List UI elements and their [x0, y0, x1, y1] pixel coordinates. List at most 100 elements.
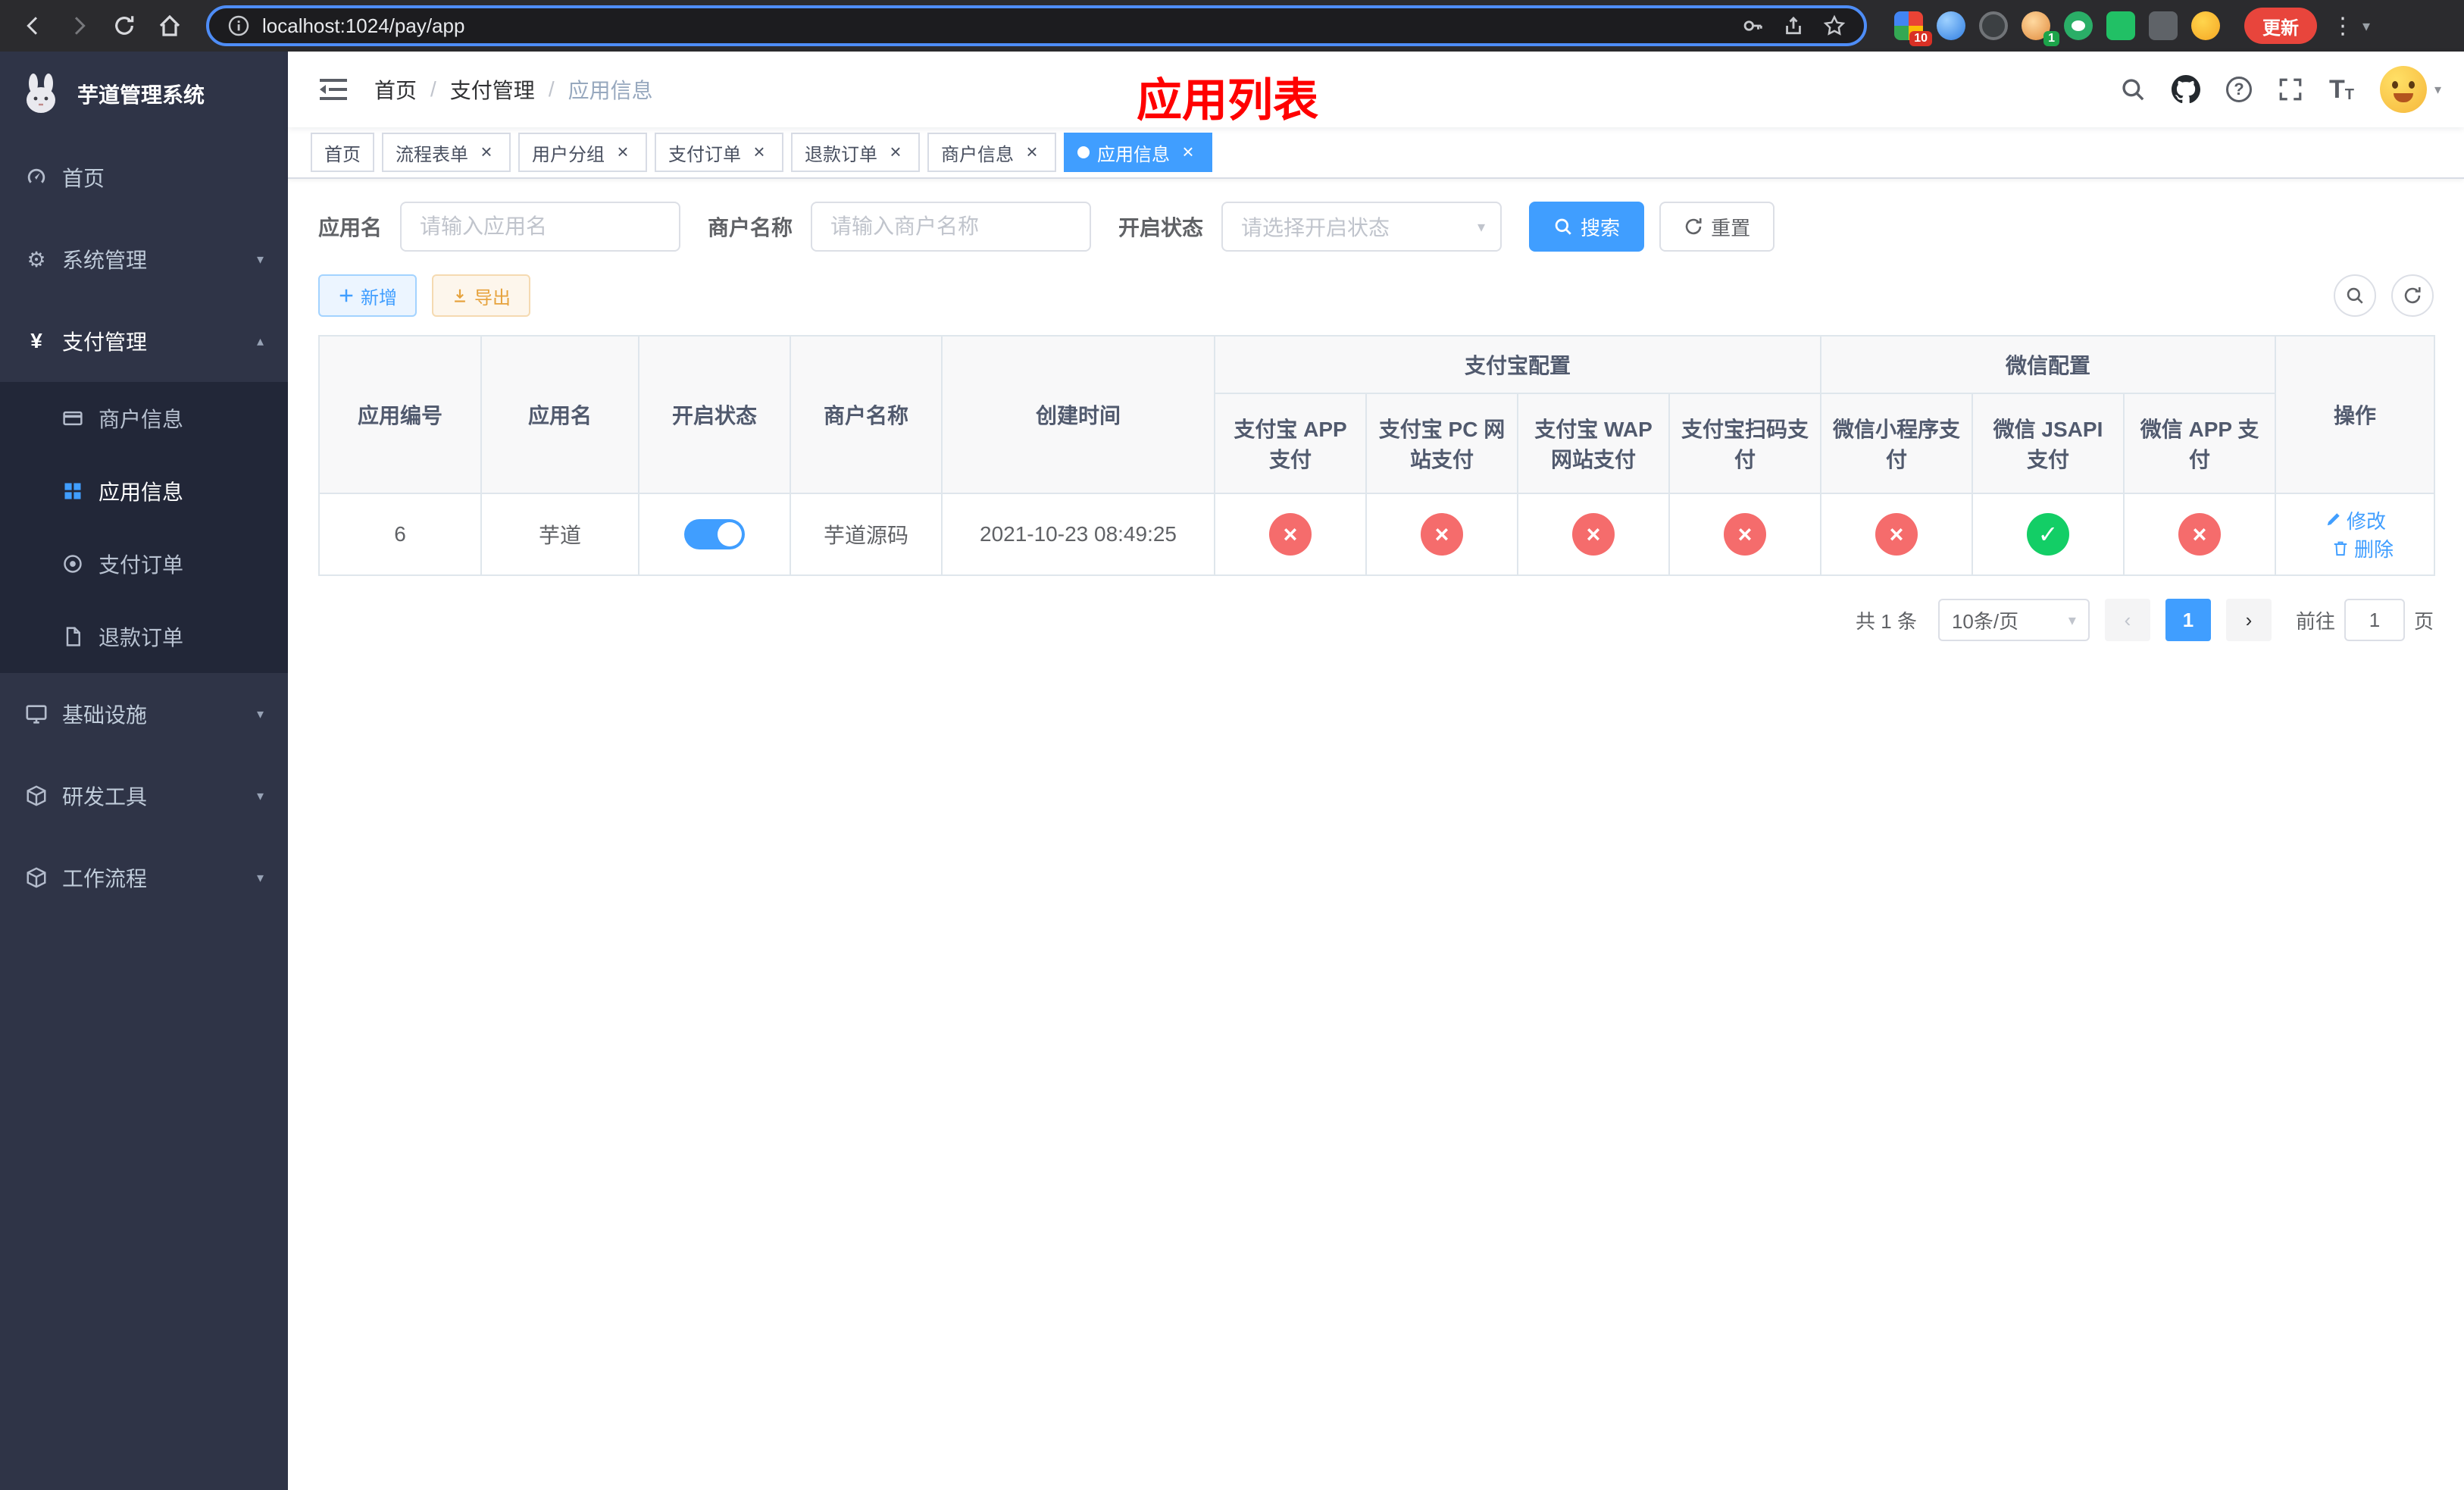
toggle-search-button[interactable] — [2334, 274, 2376, 317]
chevron-down-icon[interactable]: ▾ — [2362, 17, 2370, 36]
sidebar-item-app-info[interactable]: 应用信息 — [0, 455, 288, 527]
merchant-name-input[interactable] — [811, 202, 1092, 252]
close-icon[interactable]: × — [749, 142, 770, 163]
app-name-input[interactable] — [400, 202, 681, 252]
close-icon[interactable]: × — [612, 142, 633, 163]
font-size-button[interactable]: TT — [2329, 77, 2354, 102]
breadcrumb-separator: / — [430, 77, 436, 101]
delete-button[interactable]: 删除 — [2331, 534, 2394, 562]
edit-button[interactable]: 修改 — [2324, 506, 2386, 534]
close-icon[interactable]: × — [1021, 142, 1043, 163]
next-page-button[interactable]: › — [2225, 599, 2272, 641]
page-number-button[interactable]: 1 — [2165, 599, 2211, 641]
header-search-button[interactable] — [2120, 77, 2146, 102]
status-label: 开启状态 — [1118, 216, 1204, 239]
password-key-icon[interactable] — [1741, 14, 1764, 37]
sidebar-item-refund-orders[interactable]: 退款订单 — [0, 600, 288, 673]
plus-icon — [339, 289, 353, 302]
home-button[interactable] — [149, 5, 191, 47]
status-toggle[interactable] — [684, 519, 745, 549]
sidebar-toggle-button[interactable] — [311, 67, 356, 112]
extension-grid-icon[interactable]: 10 — [1894, 11, 1932, 46]
share-icon[interactable] — [1782, 14, 1805, 37]
sidebar-item-home[interactable]: 首页 — [0, 136, 288, 218]
navbar-actions: ? TT ▾ — [2120, 66, 2441, 113]
tab-refund-orders[interactable]: 退款订单 × — [791, 133, 920, 172]
sidebar-item-dev-tools[interactable]: 研发工具 ▾ — [0, 755, 288, 837]
close-icon[interactable]: × — [476, 142, 497, 163]
tab-app-info[interactable]: 应用信息 × — [1064, 133, 1212, 172]
total-count: 共 1 条 — [1856, 609, 1917, 633]
add-button[interactable]: 新增 — [318, 274, 417, 317]
bookmark-star-icon[interactable] — [1823, 14, 1846, 37]
back-button[interactable] — [12, 5, 55, 47]
tab-pay-orders[interactable]: 支付订单 × — [655, 133, 783, 172]
tab-user-group[interactable]: 用户分组 × — [518, 133, 647, 172]
fullscreen-button[interactable] — [2278, 77, 2303, 102]
address-bar[interactable]: localhost:1024/pay/app — [206, 5, 1867, 46]
extension-dark-icon[interactable] — [1979, 11, 2008, 40]
font-size-icon-small: T — [2344, 86, 2354, 103]
back-arrow-icon — [27, 17, 38, 35]
column-header-alipay-wap: 支付宝 WAP 网站支付 — [1517, 393, 1670, 494]
chevron-down-icon: ▾ — [256, 787, 264, 803]
merchant-name-label: 商户名称 — [708, 216, 793, 239]
refresh-table-button[interactable] — [2391, 274, 2434, 317]
breadcrumb-item[interactable]: 首页 — [374, 74, 417, 105]
extension-badge: 1 — [2043, 31, 2059, 46]
search-button[interactable]: 搜索 — [1529, 202, 1645, 252]
export-button[interactable]: 导出 — [432, 274, 530, 317]
sidebar-logo[interactable]: 芋道管理系统 — [0, 52, 288, 136]
column-header-wx-jsapi: 微信 JSAPI 支付 — [1972, 393, 2125, 494]
sidebar-item-merchant-info[interactable]: 商户信息 — [0, 382, 288, 455]
avatar — [2379, 66, 2427, 113]
reload-button[interactable] — [103, 5, 145, 47]
close-icon[interactable]: × — [885, 142, 906, 163]
download-icon — [455, 289, 465, 302]
tab-home[interactable]: 首页 — [311, 133, 374, 172]
forward-button[interactable] — [58, 5, 100, 47]
page-content: 应用名 商户名称 开启状态 请选择开启状态 ▾ 搜索 — [288, 179, 2464, 1490]
column-group-alipay: 支付宝配置 — [1213, 335, 1822, 394]
extension-blue-icon[interactable] — [1937, 11, 1965, 40]
sidebar-item-payment[interactable]: ¥ 支付管理 ▴ — [0, 300, 288, 382]
pagination: 共 1 条 10条/页 ▾ ‹ 1 › 前往 页 — [318, 599, 2434, 641]
status-select[interactable]: 请选择开启状态 ▾ — [1221, 202, 1502, 252]
sidebar-item-system[interactable]: ⚙ 系统管理 ▾ — [0, 218, 288, 300]
help-button[interactable]: ? — [2225, 77, 2252, 102]
goto-page-input[interactable] — [2344, 599, 2405, 641]
profile-avatar-icon[interactable] — [2191, 11, 2220, 40]
column-header-alipay-qr: 支付宝扫码支付 — [1668, 393, 1822, 494]
sidebar-item-pay-orders[interactable]: 支付订单 — [0, 527, 288, 600]
sidebar-item-workflow[interactable]: 工作流程 ▾ — [0, 837, 288, 919]
table-toolbar: 新增 导出 — [318, 274, 2434, 317]
tab-process-form[interactable]: 流程表单 × — [382, 133, 511, 172]
app-title: 芋道管理系统 — [77, 83, 205, 107]
column-header-app-name: 应用名 — [480, 335, 639, 494]
sidebar-item-infrastructure[interactable]: 基础设施 ▾ — [0, 673, 288, 755]
tab-label: 用户分组 — [532, 144, 605, 165]
extension-wechat-icon[interactable] — [2064, 11, 2093, 40]
tab-merchant-info[interactable]: 商户信息 × — [927, 133, 1056, 172]
page-size-select[interactable]: 10条/页 ▾ — [1937, 599, 2090, 641]
close-icon[interactable]: × — [1177, 142, 1199, 163]
url-text: localhost:1024/pay/app — [262, 14, 465, 37]
app-name-label: 应用名 — [318, 216, 383, 239]
reset-button[interactable]: 重置 — [1659, 202, 1775, 252]
github-link-button[interactable] — [2171, 75, 2200, 104]
extensions-puzzle-icon[interactable] — [2149, 11, 2178, 40]
user-menu[interactable]: ▾ — [2379, 66, 2441, 113]
site-info-icon[interactable] — [227, 14, 250, 37]
extensions-cluster: 10 1 — [1894, 11, 2220, 46]
breadcrumb-item[interactable]: 支付管理 — [450, 74, 535, 105]
browser-update-button[interactable]: 更新 — [2244, 8, 2317, 44]
extension-note-icon[interactable] — [2106, 11, 2135, 40]
column-header-app-id: 应用编号 — [318, 335, 482, 494]
extension-avatar-icon[interactable]: 1 — [2022, 11, 2059, 46]
prev-page-button[interactable]: ‹ — [2104, 599, 2150, 641]
document-icon — [61, 626, 85, 647]
chevron-down-icon: ▾ — [256, 706, 264, 722]
sidebar: 芋道管理系统 首页 ⚙ 系统管理 ▾ ¥ 支付管理 ▴ 商户信息 应用信息 支付… — [0, 52, 288, 1490]
browser-menu-icon[interactable]: ⋮ — [2329, 13, 2356, 39]
chevron-up-icon: ▴ — [256, 333, 264, 349]
